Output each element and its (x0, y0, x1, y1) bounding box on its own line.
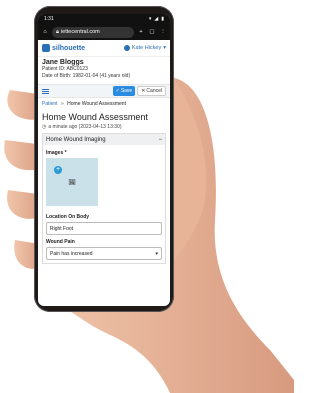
location-value: Right Foot (50, 225, 74, 232)
images-label: Images * (46, 150, 67, 156)
chevron-down-icon: ▾ (155, 250, 158, 257)
image-icon: 🖼︎ (68, 179, 76, 186)
more-icon[interactable]: ⋮ (159, 28, 167, 36)
user-menu[interactable]: Kate Hickey ▾ (123, 45, 166, 51)
location-label: Location On Body (46, 214, 90, 220)
patient-name: Jane Bloggs (42, 59, 84, 66)
brand-name: silhouette (52, 44, 86, 52)
close-icon: ✕ (141, 88, 146, 94)
section-body: Images * + 🖼︎ Location On Body Right Foo… (43, 145, 165, 263)
status-bar: 1:31 ▾ ◢ ▮ (38, 14, 170, 24)
url-text: iettecentral.com (60, 29, 100, 35)
section-header[interactable]: Home Wound Imaging − (43, 134, 165, 145)
patient-info: Jane Bloggs Patient ID: ABC0123 Date of … (38, 57, 170, 84)
section-title: Home Wound Imaging (46, 136, 106, 143)
menu-icon[interactable] (42, 88, 49, 94)
new-tab-icon[interactable]: + (137, 28, 145, 36)
cancel-button[interactable]: ✕ Cancel (137, 86, 166, 96)
breadcrumb: Patient » Home Wound Assessment (38, 98, 170, 110)
chevron-down-icon: ▾ (163, 45, 166, 51)
add-image-icon: + (54, 166, 62, 174)
patient-dob: Date of Birth: 1982-01-04 (41 years old) (42, 73, 131, 79)
app-header: silhouette Kate Hickey ▾ (38, 40, 170, 57)
user-icon (123, 45, 130, 51)
pain-value: Pain has increased (50, 250, 93, 257)
timestamp-text: a minute ago (2023-04-13 13:30) (48, 124, 122, 130)
image-upload[interactable]: + 🖼︎ (46, 158, 98, 206)
check-icon: ✓ (115, 88, 120, 94)
cancel-label: Cancel (146, 88, 162, 94)
pain-select[interactable]: Pain has increased ▾ (46, 247, 162, 260)
save-label: Save (120, 88, 133, 94)
phone-screen: 1:31 ▾ ◢ ▮ ⌂ 🔒︎ iettecentral.com + ▢ ⋮ s… (38, 14, 170, 306)
brand-logo-icon (42, 44, 50, 52)
pain-label: Wound Pain (46, 239, 75, 245)
collapse-icon[interactable]: − (158, 137, 162, 143)
address-field[interactable]: 🔒︎ iettecentral.com (52, 26, 134, 38)
tabs-icon[interactable]: ▢ (148, 28, 156, 36)
home-icon[interactable]: ⌂ (41, 28, 49, 36)
toolbar-actions: ✓ Save ✕ Cancel (112, 86, 166, 96)
lock-icon: 🔒︎ (56, 28, 59, 35)
breadcrumb-root[interactable]: Patient (42, 101, 58, 107)
signal-icon: ◢ (154, 16, 159, 22)
imaging-section: Home Wound Imaging − Images * + 🖼︎ Locat… (42, 133, 166, 264)
page-title: Home Wound Assessment (42, 112, 148, 122)
status-time: 1:31 (44, 16, 54, 22)
timestamp-row: ◷ a minute ago (2023-04-13 13:30) (38, 122, 170, 133)
clock-icon: ◷ (42, 124, 47, 130)
form-toolbar: ✓ Save ✕ Cancel (38, 84, 170, 98)
user-name: Kate Hickey (131, 45, 162, 51)
wifi-icon: ▾ (148, 16, 152, 22)
browser-url-bar: ⌂ 🔒︎ iettecentral.com + ▢ ⋮ (38, 24, 170, 40)
breadcrumb-separator: » (60, 101, 64, 107)
brand[interactable]: silhouette (42, 44, 85, 52)
location-input[interactable]: Right Foot (46, 222, 162, 235)
patient-id: Patient ID: ABC0123 (42, 66, 88, 72)
battery-icon: ▮ (161, 16, 164, 22)
breadcrumb-current: Home Wound Assessment (67, 101, 126, 107)
save-button[interactable]: ✓ Save (112, 86, 136, 96)
